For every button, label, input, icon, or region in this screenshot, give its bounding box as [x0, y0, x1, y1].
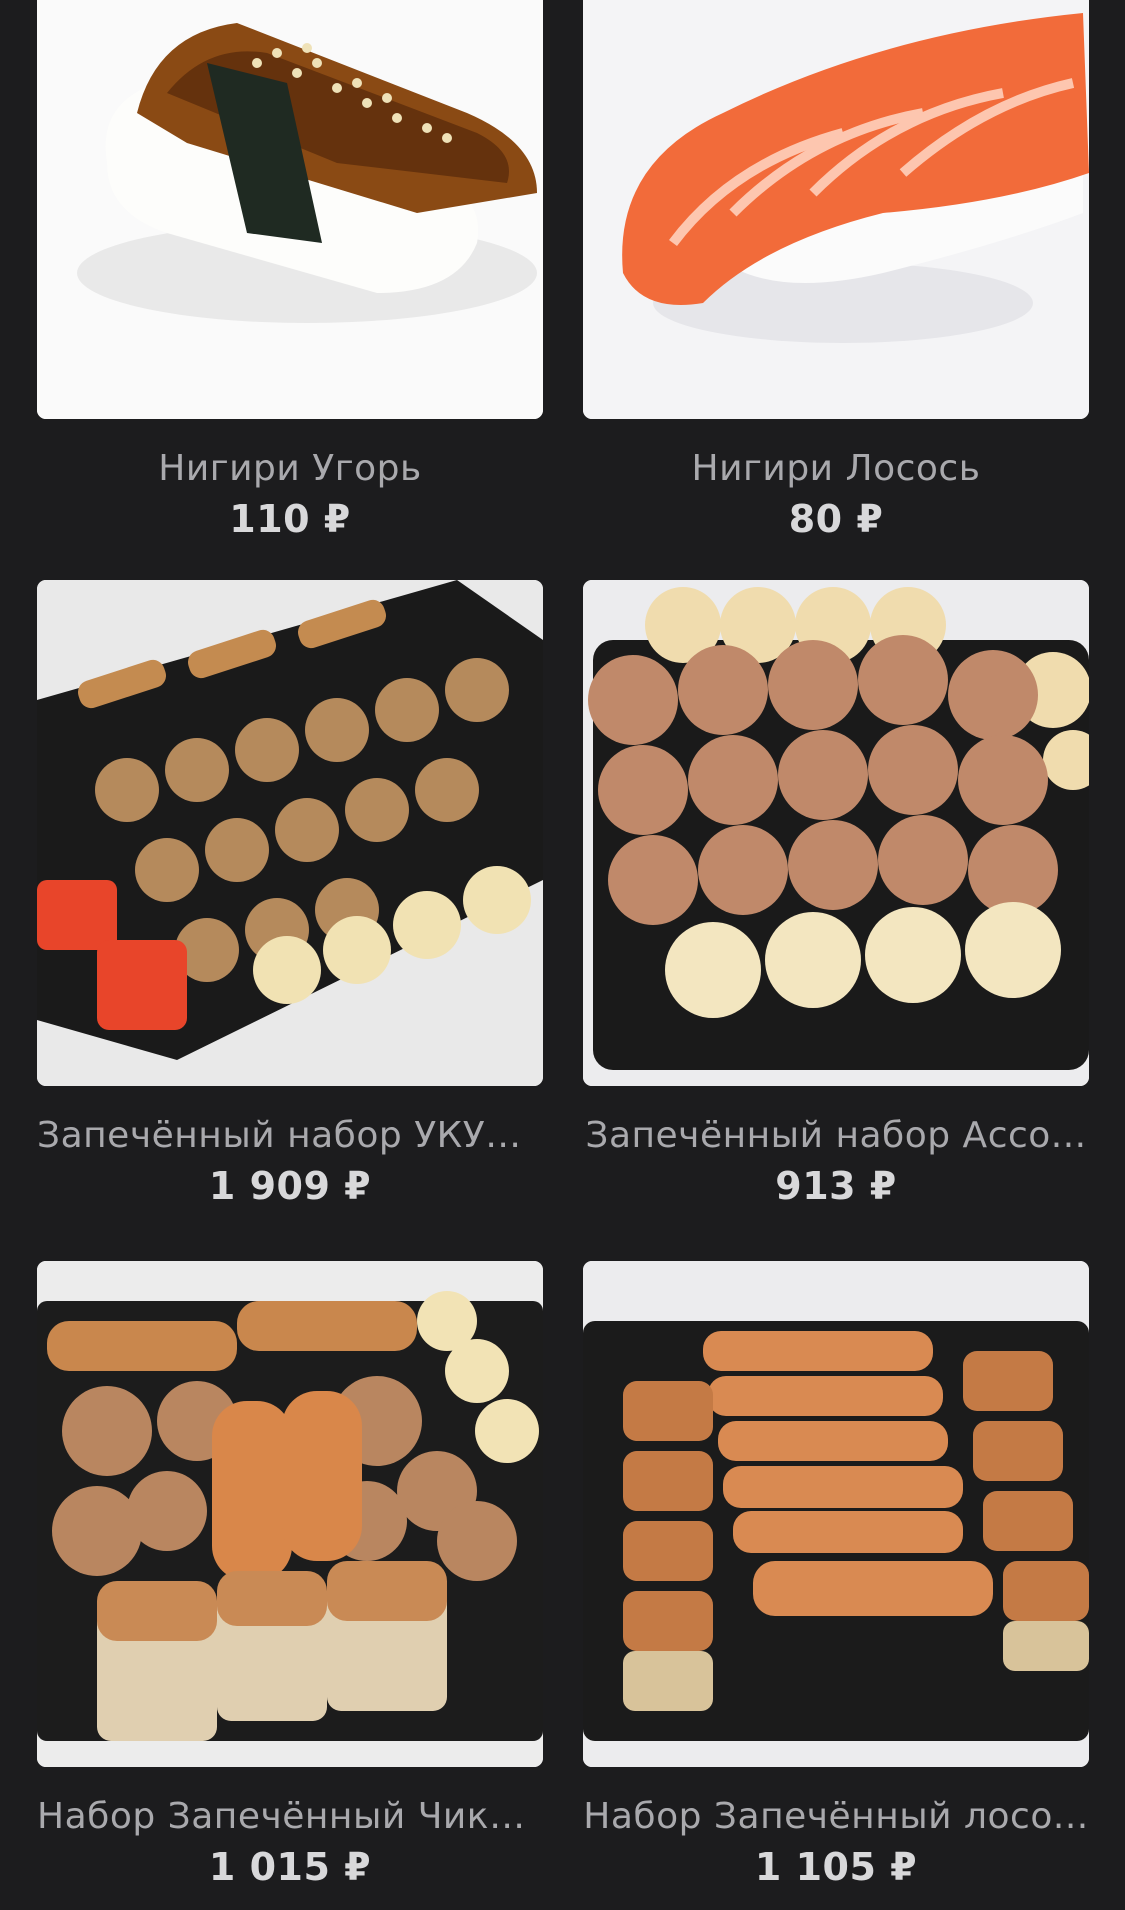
- product-card[interactable]: Запечённый набор УКУШУ 1 909 ₽: [37, 580, 543, 1210]
- product-card[interactable]: Нигири Угорь 110 ₽: [37, 0, 543, 543]
- product-price: 1 909 ₽: [208, 1164, 372, 1208]
- baked-set-ukushu-image: [37, 580, 543, 1086]
- product-name[interactable]: Нигири Угорь: [37, 447, 543, 491]
- product-grid: Нигири Угорь 110 ₽ Нигири Лосось 80 ₽ За…: [0, 0, 1125, 1910]
- baked-set-salmon-image: [583, 1261, 1089, 1767]
- product-image[interactable]: [583, 0, 1089, 419]
- salmon-nigiri-image: [583, 0, 1089, 419]
- product-price: 913 ₽: [775, 1164, 897, 1208]
- baked-set-assorted-image: [583, 580, 1089, 1086]
- product-name[interactable]: Набор Запечённый Чике...: [37, 1795, 543, 1839]
- product-card[interactable]: Запечённый набор Ассо... 913 ₽: [583, 580, 1089, 1210]
- eel-nigiri-image: [37, 0, 543, 419]
- product-image[interactable]: [583, 580, 1089, 1086]
- product-image[interactable]: [37, 1261, 543, 1767]
- product-price: 80 ₽: [788, 497, 884, 541]
- product-name[interactable]: Запечённый набор Ассо...: [583, 1114, 1089, 1158]
- product-price: 1 015 ₽: [208, 1845, 372, 1889]
- product-price: 1 105 ₽: [754, 1845, 918, 1889]
- product-image[interactable]: [583, 1261, 1089, 1767]
- product-card[interactable]: Набор Запечённый лосо... 1 105 ₽: [583, 1261, 1089, 1891]
- product-price: 110 ₽: [229, 497, 351, 541]
- baked-set-chicken-image: [37, 1261, 543, 1767]
- product-image[interactable]: [37, 0, 543, 419]
- product-name[interactable]: Запечённый набор УКУШУ: [37, 1114, 543, 1158]
- product-name[interactable]: Нигири Лосось: [583, 447, 1089, 491]
- product-name[interactable]: Набор Запечённый лосо...: [583, 1795, 1089, 1839]
- product-image[interactable]: [37, 580, 543, 1086]
- product-card[interactable]: Набор Запечённый Чике... 1 015 ₽: [37, 1261, 543, 1891]
- product-card[interactable]: Нигири Лосось 80 ₽: [583, 0, 1089, 543]
